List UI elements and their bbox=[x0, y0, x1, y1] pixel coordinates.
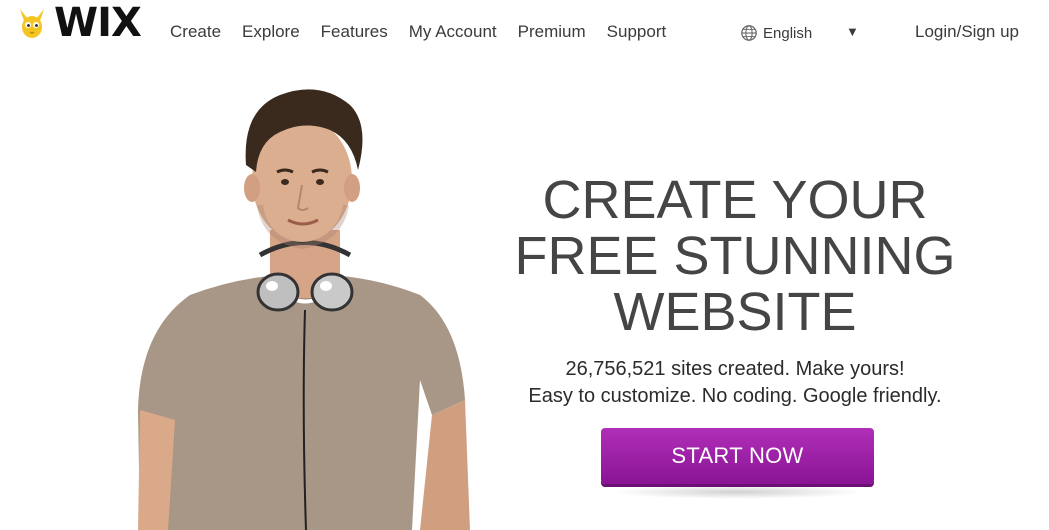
hero-headline: CREATE YOUR FREE STUNNING WEBSITE bbox=[500, 172, 970, 340]
nav-my-account[interactable]: My Account bbox=[409, 22, 497, 42]
man-with-headphones-photo bbox=[138, 89, 470, 530]
logo-text: WIX bbox=[54, 0, 142, 46]
headline-line: CREATE YOUR bbox=[542, 170, 928, 230]
globe-icon bbox=[741, 25, 757, 41]
nav-features[interactable]: Features bbox=[321, 22, 388, 42]
language-selector[interactable]: English bbox=[740, 24, 812, 42]
headline-line: WEBSITE bbox=[613, 282, 857, 342]
features-text: Easy to customize. No coding. Google fri… bbox=[528, 385, 942, 407]
nav-create[interactable]: Create bbox=[170, 22, 221, 42]
headline-line: FREE STUNNING bbox=[514, 226, 956, 286]
start-now-button[interactable]: START NOW bbox=[601, 428, 874, 484]
nav-explore[interactable]: Explore bbox=[242, 22, 300, 42]
wix-logo[interactable]: WIX bbox=[12, 2, 152, 44]
sites-count-text: 26,756,521 sites created. Make yours! bbox=[565, 358, 905, 380]
yellow-mascot-icon bbox=[20, 9, 44, 38]
button-shadow bbox=[610, 485, 865, 499]
nav-premium[interactable]: Premium bbox=[518, 22, 586, 42]
login-signup-link[interactable]: Login/Sign up bbox=[915, 22, 1019, 42]
top-header: WIX Create Explore Features My Account P… bbox=[0, 0, 1049, 66]
chevron-down-icon[interactable]: ▼ bbox=[846, 24, 859, 39]
hero-subtext: 26,756,521 sites created. Make yours! Ea… bbox=[500, 356, 970, 410]
nav-support[interactable]: Support bbox=[607, 22, 667, 42]
language-label: English bbox=[763, 24, 813, 42]
main-nav: Create Explore Features My Account Premi… bbox=[170, 22, 666, 42]
